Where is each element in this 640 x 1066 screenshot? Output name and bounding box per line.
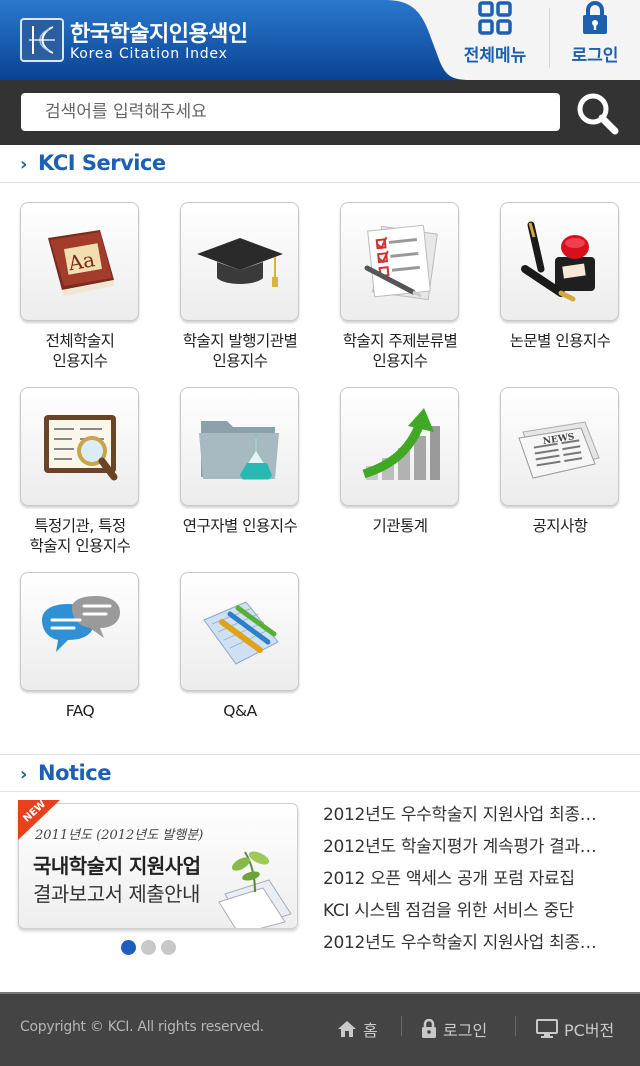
service-caption: 연구자별 인용지수 — [182, 517, 298, 535]
service-tile — [340, 387, 459, 506]
service-caption: Q&A — [223, 702, 257, 720]
grid-menu-icon — [478, 1, 512, 35]
bar-chart-arrow-icon — [362, 407, 440, 480]
footer-separator — [515, 1016, 516, 1036]
chevron-right-icon: › — [20, 764, 28, 785]
service-caption: 논문별 인용지수 — [509, 332, 611, 350]
notice-list: 2012년도 우수학술지 지원사업 최종… 2012년도 학술지평가 계속평가 … — [323, 800, 623, 960]
speech-bubbles-icon — [41, 595, 120, 652]
banner-documents-icon — [218, 851, 292, 928]
brand-title: 한국학술지인용색인 — [70, 22, 248, 47]
service-caption: 학술지 주제분류별 인용지수 — [342, 332, 458, 370]
lock-icon — [422, 1019, 436, 1038]
service-caption: 전체학술지 인용지수 — [45, 332, 115, 370]
service-tile — [340, 202, 459, 321]
service-item-all-journals[interactable]: Aa 전체학술지 인용지수 — [0, 202, 160, 372]
pagination-dot[interactable] — [161, 940, 176, 955]
footer-pc-version-label: PC버전 — [564, 1021, 615, 1040]
service-tile — [180, 202, 299, 321]
svg-text:Aa: Aa — [65, 247, 96, 275]
notice-section-header: › Notice — [0, 754, 640, 792]
chevron-right-icon: › — [20, 154, 28, 175]
app-footer: Copyright © KCI. All rights reserved. 홈 … — [0, 992, 640, 1066]
all-menu-label: 전체메뉴 — [463, 46, 527, 66]
search-button[interactable] — [574, 90, 620, 136]
service-tile — [20, 572, 139, 691]
service-item-by-researcher[interactable]: 연구자별 인용지수 — [160, 387, 320, 557]
checklist-pen-icon — [364, 224, 438, 300]
banner-pagination — [121, 940, 176, 955]
notice-list-item[interactable]: 2012년도 우수학술지 지원사업 최종… — [323, 800, 623, 832]
graduation-cap-icon — [196, 237, 283, 287]
service-item-by-publisher[interactable]: 학술지 발행기관별 인용지수 — [160, 202, 320, 372]
notice-list-item[interactable]: 2012년도 학술지평가 계속평가 결과… — [323, 832, 623, 864]
dictionary-book-icon: Aa — [47, 229, 114, 296]
service-item-specific-institution[interactable]: 특정기관, 특정 학술지 인용지수 — [0, 387, 160, 557]
service-caption: 학술지 발행기관별 인용지수 — [182, 332, 298, 370]
search-input[interactable] — [21, 93, 560, 131]
banner-subheadline: 결과보고서 제출안내 — [33, 882, 200, 906]
magnifier-chalkboard-icon — [43, 414, 117, 480]
service-item-notices[interactable]: NEWS 공지사항 — [480, 387, 640, 557]
login-label: 로그인 — [571, 46, 619, 66]
footer-home-link[interactable]: 홈 — [337, 1014, 378, 1044]
service-caption: 공지사항 — [532, 517, 588, 535]
notice-list-item[interactable]: KCI 시스템 점검을 위한 서비스 중단 — [323, 896, 623, 928]
footer-login-link[interactable]: 로그인 — [421, 1014, 487, 1044]
fountain-pen-ink-icon — [520, 221, 595, 301]
newspaper-icon: NEWS — [517, 420, 600, 479]
service-item-institution-stats[interactable]: 기관통계 — [320, 387, 480, 557]
service-caption: FAQ — [65, 702, 95, 720]
kci-service-title: KCI Service — [38, 151, 166, 175]
service-caption: 특정기관, 특정 학술지 인용지수 — [29, 517, 131, 555]
service-tile: Aa — [20, 202, 139, 321]
home-icon — [338, 1021, 356, 1037]
all-menu-button[interactable]: 전체메뉴 — [450, 0, 540, 80]
kci-logo-icon — [29, 26, 55, 54]
footer-home-label: 홈 — [363, 1021, 378, 1040]
search-icon — [577, 93, 619, 135]
pagination-dot[interactable] — [141, 940, 156, 955]
notepad-pencils-icon — [202, 600, 279, 665]
service-tile — [20, 387, 139, 506]
brand-subtitle: Korea Citation Index — [70, 46, 228, 62]
search-bar — [0, 80, 640, 145]
kci-service-section-header: › KCI Service — [0, 145, 640, 183]
service-tile — [180, 572, 299, 691]
notice-list-item[interactable]: 2012 오픈 액세스 공개 포럼 자료집 — [323, 864, 623, 896]
footer-login-label: 로그인 — [443, 1021, 488, 1040]
app-header: 한국학술지인용색인 Korea Citation Index 전체메뉴 로그인 — [0, 0, 640, 80]
pagination-dot-active[interactable] — [121, 940, 136, 955]
footer-pc-version-link[interactable]: PC버전 — [536, 1014, 614, 1044]
service-tile — [500, 202, 619, 321]
banner-headline: 국내학술지 지원사업 — [33, 854, 201, 878]
notice-list-item[interactable]: 2012년도 우수학술지 지원사업 최종… — [323, 928, 623, 960]
service-caption: 기관통계 — [372, 517, 428, 535]
service-item-by-paper[interactable]: 논문별 인용지수 — [480, 202, 640, 372]
service-item-by-subject[interactable]: 학술지 주제분류별 인용지수 — [320, 202, 480, 372]
notice-title: Notice — [38, 761, 111, 785]
folder-flask-icon — [198, 420, 279, 480]
kci-logo[interactable] — [20, 18, 64, 62]
service-item-qna[interactable]: Q&A — [160, 572, 320, 732]
new-badge: NEW — [18, 800, 60, 840]
service-item-faq[interactable]: FAQ — [0, 572, 160, 732]
lock-icon — [583, 1, 607, 34]
copyright-text: Copyright © KCI. All rights reserved. — [20, 1019, 264, 1035]
footer-separator — [401, 1016, 402, 1036]
service-tile — [180, 387, 299, 506]
login-button[interactable]: 로그인 — [550, 0, 640, 80]
notice-banner[interactable]: 2011년도 (2012년도 발행분) 국내학술지 지원사업 결과보고서 제출안… — [18, 803, 298, 929]
banner-year: 2011년도 (2012년도 발행분) — [35, 828, 204, 843]
monitor-icon — [536, 1019, 558, 1038]
service-tile: NEWS — [500, 387, 619, 506]
